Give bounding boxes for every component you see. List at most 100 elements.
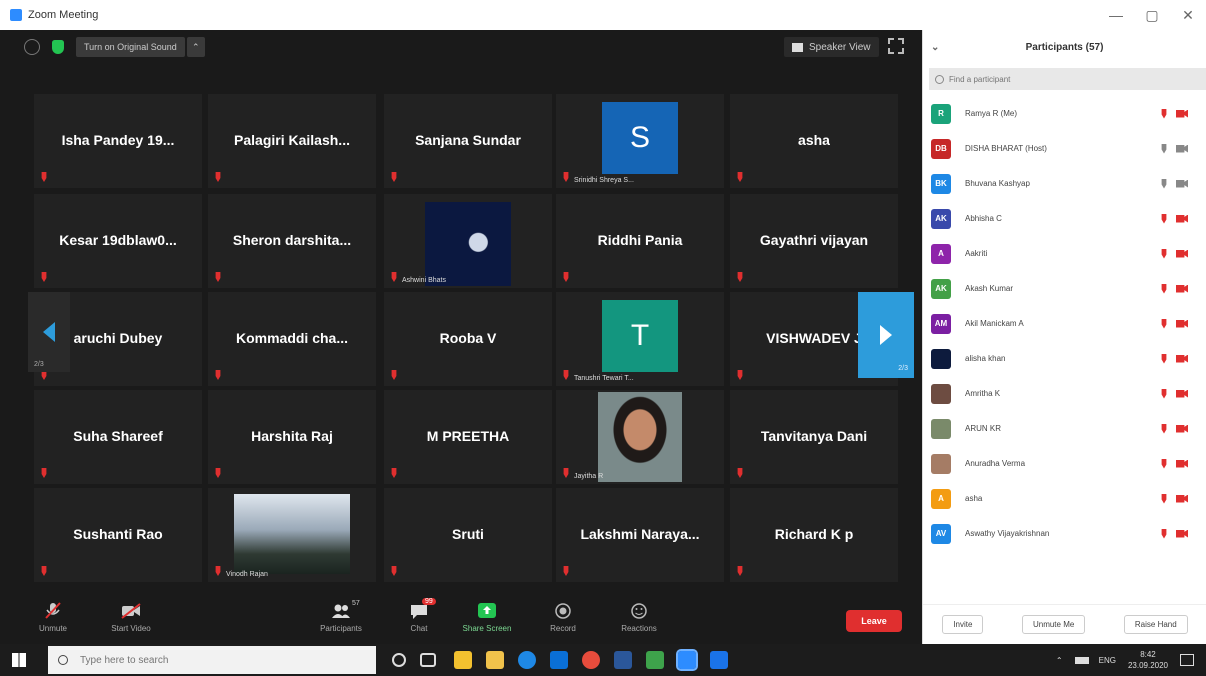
video-tile[interactable]: Rooba V [384,292,552,386]
cortana-icon[interactable] [392,653,406,667]
muted-mic-icon [215,272,221,282]
muted-mic-icon [215,468,221,478]
tray-chevron-icon[interactable]: ⌃ [1056,656,1063,665]
participant-row[interactable]: ARUN KR [923,411,1206,446]
battery-icon[interactable] [1074,656,1089,664]
task-view-icon[interactable] [420,653,436,667]
video-tile[interactable]: Palagiri Kailash... [208,94,376,188]
outlook-icon[interactable] [710,651,728,669]
edge-browser-icon[interactable] [518,651,536,669]
participants-button[interactable]: 57 Participants [306,600,376,633]
original-sound-button[interactable]: Turn on Original Sound [76,37,185,57]
participant-avatar: T [602,300,678,372]
video-tile[interactable]: Kesar 19dblaw0... [34,194,202,288]
unmute-button[interactable]: Unmute [18,602,88,633]
participant-row[interactable]: Aasha [923,481,1206,516]
word-icon[interactable] [614,651,632,669]
muted-mic-icon [215,566,221,576]
start-video-button[interactable]: Start Video [96,602,166,633]
unmute-me-button[interactable]: Unmute Me [1021,615,1086,634]
search-icon [58,655,68,665]
participant-avatar [931,418,951,439]
video-tile[interactable]: Tanvitanya Dani [730,390,898,484]
chat-button[interactable]: 99 Chat [384,598,454,633]
muted-mic-icon [391,370,397,380]
video-tile[interactable]: M PREETHA [384,390,552,484]
video-tile[interactable]: Vinodh Rajan [208,488,376,582]
previous-page-button[interactable]: 2/3 [28,292,70,372]
participant-row[interactable]: BK Bhuvana Kashyap [923,166,1206,201]
participant-row[interactable]: AK Akash Kumar [923,271,1206,306]
reactions-button[interactable]: Reactions [604,602,674,633]
participant-search[interactable] [929,68,1206,90]
system-clock[interactable]: 8:42 23.09.2020 [1128,649,1168,671]
minimize-button[interactable]: — [1098,0,1134,30]
zoom-taskbar-icon[interactable] [676,649,698,671]
muted-mic-icon [563,566,569,576]
mail-icon[interactable] [550,651,568,669]
participant-row[interactable]: DB DISHA BHARAT (Host) [923,131,1206,166]
video-tile[interactable]: Kommaddi cha... [208,292,376,386]
reactions-label: Reactions [621,624,657,633]
info-icon[interactable] [24,39,40,55]
participant-avatar: BK [931,173,951,194]
maximize-button[interactable]: ▢ [1134,0,1170,30]
close-button[interactable]: ✕ [1170,0,1206,30]
video-tile[interactable]: Suha Shareef [34,390,202,484]
video-tile[interactable]: T Tanushri Tewari T... [556,292,724,386]
notifications-icon[interactable] [1180,654,1194,666]
collapse-panel-icon[interactable]: ⌄ [931,42,939,53]
windows-start-icon[interactable] [12,653,26,667]
taskbar-search-input[interactable] [80,654,360,666]
participant-avatar: A [931,243,951,264]
participant-row[interactable]: R Ramya R (Me) [923,96,1206,131]
chrome-icon[interactable] [582,651,600,669]
video-tile[interactable]: Lakshmi Naraya... [556,488,724,582]
file-explorer-icon[interactable] [486,651,504,669]
video-tile[interactable]: Sheron darshita... [208,194,376,288]
tile-caption: Srinidhi Shreya S... [574,177,634,184]
fullscreen-icon[interactable] [888,38,904,54]
participants-icon [332,604,350,618]
language-indicator[interactable]: ENG [1099,656,1116,665]
participant-row[interactable]: Amritha K [923,376,1206,411]
video-tile[interactable]: Sanjana Sundar [384,94,552,188]
video-tile[interactable]: Sushanti Rao [34,488,202,582]
invite-button[interactable]: Invite [942,615,984,634]
store-icon[interactable] [454,651,472,669]
original-sound-caret[interactable]: ⌃ [186,37,205,57]
participant-row[interactable]: AV Aswathy Vijayakrishnan [923,516,1206,551]
participant-row[interactable]: AM Akil Manickam A [923,306,1206,341]
excel-icon[interactable] [646,651,664,669]
taskbar-search[interactable] [48,646,376,674]
raise-hand-button[interactable]: Raise Hand [1123,615,1188,634]
leave-button[interactable]: Leave [846,610,902,632]
video-tile[interactable]: Gayathri vijayan [730,194,898,288]
video-off-icon [1176,494,1188,503]
video-off-icon [1176,214,1188,223]
participant-name: Palagiri Kailash... [234,132,350,148]
video-tile[interactable]: Richard K p [730,488,898,582]
video-tile[interactable]: Isha Pandey 19... [34,94,202,188]
security-shield-icon[interactable] [52,40,64,54]
participant-row[interactable]: A Aakriti [923,236,1206,271]
participant-search-input[interactable] [949,74,1189,84]
share-screen-button[interactable]: Share Screen [452,602,522,633]
participant-row[interactable]: Anuradha Verma [923,446,1206,481]
participant-avatar: AK [931,208,951,229]
record-button[interactable]: Record [528,602,598,633]
video-tile[interactable]: Jayitha R [556,390,724,484]
video-tile[interactable]: Sruti [384,488,552,582]
participant-row[interactable]: alisha khan [923,341,1206,376]
video-tile[interactable]: Riddhi Pania [556,194,724,288]
speaker-view-button[interactable]: Speaker View [784,37,879,57]
participant-video-image [598,392,682,482]
participant-row[interactable]: AK Abhisha C [923,201,1206,236]
video-tile[interactable]: asha [730,94,898,188]
arrow-right-icon [880,325,892,345]
next-page-button[interactable]: 2/3 [858,292,914,378]
video-tile[interactable]: S Srinidhi Shreya S... [556,94,724,188]
muted-mic-icon [1161,108,1167,119]
video-tile[interactable]: Harshita Raj [208,390,376,484]
video-tile[interactable]: Ashwini Bhats [384,194,552,288]
